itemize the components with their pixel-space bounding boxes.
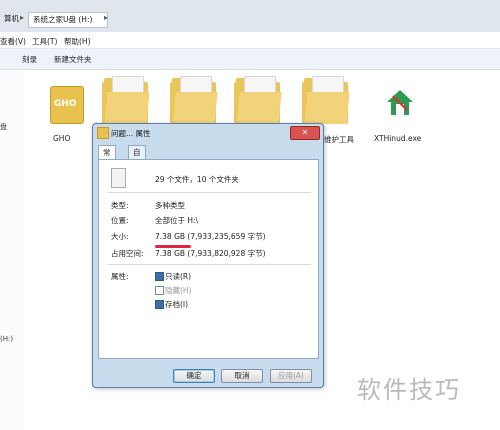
tab-general[interactable]: 常规 (98, 145, 116, 170)
cancel-button[interactable]: 取消 (221, 369, 263, 383)
apply-button[interactable]: 应用(A) (270, 369, 312, 383)
watermark: 软件技巧 (357, 376, 461, 404)
archive-label: 存档(I) (165, 300, 189, 309)
burn-button[interactable]: 刻录 (22, 54, 37, 65)
app-exe-icon[interactable] (385, 88, 415, 118)
breadcrumb-separator-icon: ▸ (20, 13, 25, 22)
divider (107, 264, 311, 265)
dialog-title: 问题... 属性 (111, 129, 151, 138)
size-value: 7.38 GB (7,933,235,659 字节) (155, 232, 266, 241)
multiple-files-icon (111, 168, 126, 188)
ok-button[interactable]: 确定 (173, 369, 215, 383)
menu-bar: 查看(V) 工具(T) 帮助(H) (0, 34, 500, 49)
content-summary: 29 个文件，10 个文件夹 (155, 175, 239, 184)
folder-icon[interactable] (170, 76, 218, 124)
file-label-gho: GHO (53, 134, 71, 143)
close-button[interactable]: ✕ (290, 126, 320, 140)
disk-usage-value: 7.38 GB (7,933,820,928 字节) (155, 249, 266, 258)
folder-icon[interactable] (302, 76, 350, 124)
tab-custom[interactable]: 自定义 (128, 145, 146, 183)
attributes-label: 属性: (111, 272, 129, 281)
type-label: 类型: (111, 201, 129, 210)
breadcrumb-drive[interactable]: 系统之家U盘 (H:) (28, 12, 108, 28)
location-label: 位置: (111, 216, 129, 225)
menu-tools[interactable]: 工具(T) (32, 36, 57, 47)
general-panel: 29 个文件，10 个文件夹 类型: 多种类型 位置: 全部位于 H:\ 大小:… (98, 159, 319, 359)
file-label-exe: XTHinud.exe (374, 134, 422, 143)
readonly-checkbox[interactable] (155, 272, 164, 281)
dialog-titlebar[interactable]: 问题... 属性 ✕ (93, 124, 323, 140)
disk-usage-label: 占用空间: (111, 249, 144, 258)
properties-dialog: 问题... 属性 ✕ 常规 自定义 29 个文件，10 个文件夹 类型: 多种类… (92, 123, 324, 388)
folder-icon[interactable] (102, 76, 150, 124)
gho-file-icon[interactable]: GHO (50, 86, 84, 124)
archive-checkbox[interactable] (155, 300, 164, 309)
folder-icon[interactable] (234, 76, 282, 124)
breadcrumb-separator-icon: ▸ (104, 13, 109, 22)
hidden-label: 隐藏(H) (165, 286, 192, 295)
menu-help[interactable]: 帮助(H) (64, 36, 91, 47)
new-folder-button[interactable]: 新建文件夹 (54, 54, 92, 65)
navigation-pane: 盘 (H:) (0, 70, 25, 430)
size-label: 大小: (111, 232, 129, 241)
type-value: 多种类型 (155, 201, 185, 210)
properties-icon (97, 127, 109, 139)
readonly-label: 只读(R) (165, 272, 192, 281)
address-bar[interactable]: 算机 ▸ 系统之家U盘 (H:) ▸ (0, 0, 500, 32)
hidden-checkbox[interactable] (155, 286, 164, 295)
menu-view[interactable]: 查看(V) (0, 36, 26, 47)
nav-item-drive-h[interactable]: (H:) (0, 335, 13, 343)
divider (107, 192, 311, 193)
file-label-tools: 维护工具 (324, 135, 354, 144)
command-bar: 刻录 新建文件夹 (0, 49, 500, 70)
nav-item-disk[interactable]: 盘 (0, 122, 7, 132)
location-value: 全部位于 H:\ (155, 216, 199, 225)
